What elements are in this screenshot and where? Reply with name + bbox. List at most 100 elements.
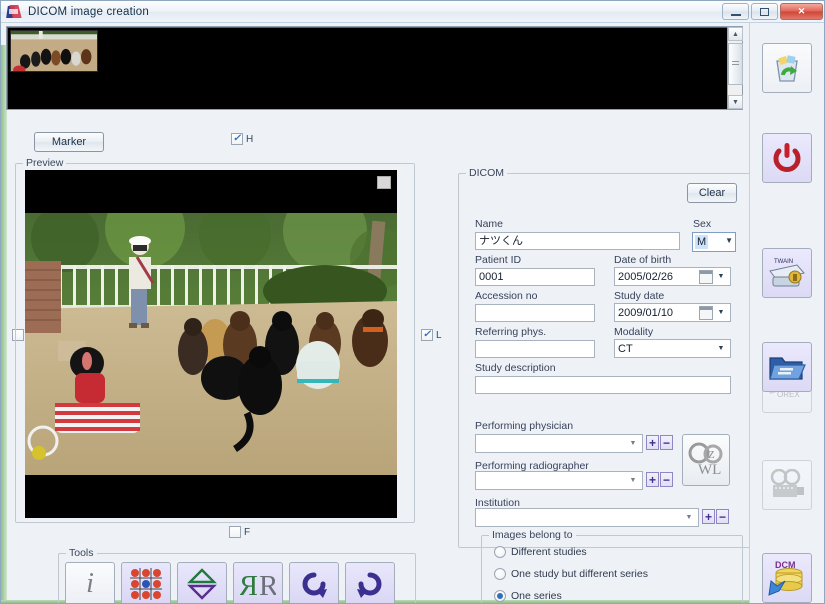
maximize-icon	[760, 7, 769, 16]
tool-grid-button[interactable]	[121, 562, 171, 603]
sex-value: M	[695, 235, 709, 249]
add-institution-button[interactable]: +	[702, 509, 715, 524]
checkbox-icon	[421, 329, 433, 341]
orientation-head-label: H	[246, 133, 254, 145]
remove-radiographer-button[interactable]: −	[660, 472, 673, 487]
patient-id-label: Patient ID	[475, 254, 522, 266]
images-belong-to-legend: Images belong to	[489, 529, 576, 541]
grip-icon	[732, 61, 739, 67]
marker-button[interactable]: Marker	[34, 132, 104, 152]
window-controls: ✕	[722, 3, 823, 20]
date-of-birth-value: 2005/02/26	[618, 270, 674, 283]
svg-text:Z: Z	[708, 449, 715, 461]
name-label: Name	[475, 218, 504, 230]
chevron-down-icon: ▼	[732, 98, 739, 106]
study-date-label: Study date	[614, 290, 665, 302]
filmstrip-scrollbar[interactable]: ▲ ▼	[727, 27, 743, 109]
orientation-right-checkbox[interactable]: L	[421, 329, 442, 341]
accession-no-input[interactable]	[475, 304, 595, 322]
refresh-recycle-icon	[776, 55, 798, 82]
twain-scanner-button[interactable]: TWAIN	[762, 248, 812, 298]
radio-icon	[494, 546, 506, 558]
window-level-button[interactable]: Z WL	[682, 434, 730, 486]
orientation-foot-checkbox[interactable]: F	[229, 526, 250, 538]
power-button[interactable]	[762, 133, 812, 183]
tool-info-button[interactable]: i	[65, 562, 115, 603]
performing-physician-select[interactable]: ▼	[475, 434, 643, 453]
study-date-picker[interactable]: 2009/01/10 ▼	[614, 303, 731, 322]
close-icon: ✕	[797, 6, 806, 16]
referring-phys-label: Referring phys.	[475, 326, 547, 338]
chevron-down-icon: ▼	[629, 477, 637, 484]
scrollbar-thumb[interactable]	[728, 43, 743, 85]
checkbox-icon	[229, 526, 241, 538]
flip-horizontal-icon: R R	[240, 570, 276, 600]
calendar-icon	[699, 270, 713, 284]
chevron-down-icon: ▼	[717, 273, 725, 280]
add-radiographer-button[interactable]: +	[646, 472, 659, 487]
radio-icon-selected	[494, 590, 506, 602]
movie-camera-button	[762, 460, 812, 510]
dcm-database-icon: DCM	[768, 560, 803, 596]
rotate-counterclockwise-icon	[357, 572, 382, 598]
svg-text:R: R	[240, 570, 258, 600]
remove-physician-button[interactable]: −	[660, 435, 673, 450]
radio-one-series[interactable]: One series	[494, 590, 562, 602]
tool-flip-horizontal-button[interactable]: R R	[233, 562, 283, 603]
minimize-button[interactable]	[722, 3, 749, 20]
study-date-value: 2009/01/10	[618, 306, 674, 319]
preview-marker-square[interactable]	[377, 176, 391, 189]
dcm-database-button[interactable]: DCM	[762, 553, 812, 603]
date-of-birth-label: Date of birth	[614, 254, 672, 266]
chevron-down-icon: ▼	[685, 514, 693, 521]
open-folder-button[interactable]	[762, 342, 812, 392]
clear-button[interactable]: Clear	[687, 183, 737, 203]
preview-image[interactable]	[25, 170, 397, 518]
modality-value: CT	[618, 342, 633, 355]
tool-rotate-ccw-button[interactable]	[345, 562, 395, 603]
images-belong-to-group: Images belong to Different studies One s…	[481, 529, 743, 603]
modality-label: Modality	[614, 326, 654, 338]
institution-select[interactable]: ▼	[475, 508, 699, 527]
movie-camera-icon	[770, 469, 804, 497]
study-description-input[interactable]	[475, 376, 731, 394]
radio-different-studies[interactable]: Different studies	[494, 546, 587, 558]
sex-select[interactable]: M ▼	[692, 232, 736, 252]
accession-no-label: Accession no	[475, 290, 538, 302]
open-folder-icon	[769, 357, 806, 380]
performing-radiographer-select[interactable]: ▼	[475, 471, 643, 490]
remove-institution-button[interactable]: −	[716, 509, 729, 524]
orientation-head-checkbox[interactable]: H	[231, 133, 253, 145]
filmstrip-thumbnail[interactable]	[10, 30, 98, 72]
modality-select[interactable]: CT ▼	[614, 339, 731, 358]
tools-group: Tools i R	[58, 547, 416, 603]
chevron-down-icon: ▼	[717, 309, 725, 316]
refresh-recycle-button[interactable]	[762, 43, 812, 93]
orientation-foot-label: F	[244, 526, 251, 538]
filmstrip-panel[interactable]: ▲ ▼	[6, 26, 743, 110]
maximize-button[interactable]	[751, 3, 778, 20]
power-icon	[773, 143, 801, 172]
clear-button-label: Clear	[698, 187, 726, 199]
patient-id-input[interactable]: 0001	[475, 268, 595, 286]
flip-vertical-icon	[187, 568, 217, 600]
tools-legend: Tools	[66, 547, 97, 559]
preview-legend: Preview	[23, 157, 67, 169]
client-area: ▲ ▼ Marker H L L	[1, 23, 824, 603]
referring-phys-input[interactable]	[475, 340, 595, 358]
scroll-down-button[interactable]: ▼	[728, 95, 743, 109]
radio-icon	[494, 568, 506, 580]
preview-photo	[25, 213, 397, 475]
date-of-birth-picker[interactable]: 2005/02/26 ▼	[614, 267, 731, 286]
chevron-down-icon: ▼	[629, 440, 637, 447]
add-physician-button[interactable]: +	[646, 435, 659, 450]
radio-one-study-different-series[interactable]: One study but different series	[494, 568, 648, 580]
chevron-up-icon: ▲	[732, 30, 739, 38]
scroll-up-button[interactable]: ▲	[728, 27, 743, 41]
close-button[interactable]: ✕	[780, 3, 823, 20]
chevron-down-icon: ▼	[717, 345, 725, 352]
name-input[interactable]: ナツくん	[475, 232, 680, 250]
tool-rotate-cw-button[interactable]	[289, 562, 339, 603]
tool-flip-vertical-button[interactable]	[177, 562, 227, 603]
info-icon: i	[86, 568, 94, 599]
